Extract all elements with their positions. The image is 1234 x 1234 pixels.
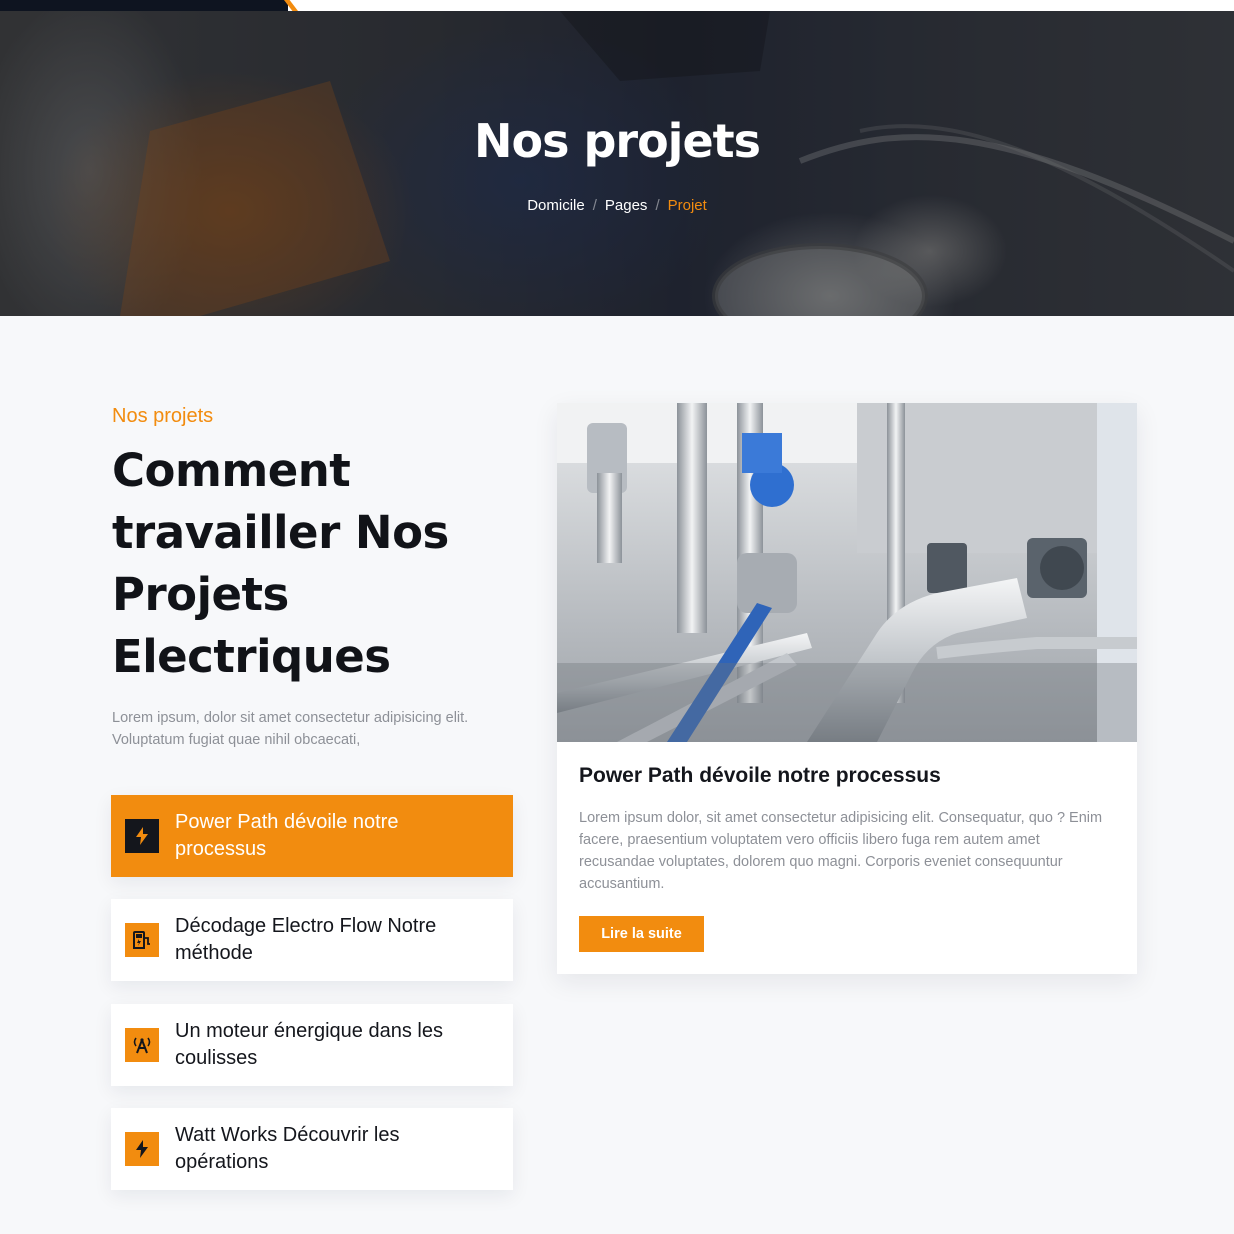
charging-station-icon <box>125 923 159 957</box>
page-title: Nos projets <box>473 114 761 168</box>
project-tab-label: Power Path dévoile notre processus <box>175 811 399 860</box>
antenna-signal-icon <box>125 1028 159 1062</box>
card-title: Power Path dévoile notre processus <box>579 764 941 787</box>
project-tab-electro-flow[interactable]: Décodage Electro Flow Notre méthode <box>111 899 513 981</box>
project-tab-moteur-energique[interactable]: Un moteur énergique dans les coulisses <box>111 1004 513 1086</box>
project-detail-card: Power Path dévoile notre processus Lorem… <box>557 403 1137 974</box>
project-tab-watt-works[interactable]: Watt Works Découvrir les opérations <box>111 1108 513 1190</box>
project-tab-power-path[interactable]: Power Path dévoile notre processus <box>111 795 513 877</box>
section-heading: Comment travailler Nos Projets Electriqu… <box>112 444 449 683</box>
industrial-piping-photo <box>557 403 1137 742</box>
project-tab-label: Décodage Electro Flow Notre méthode <box>175 915 437 964</box>
section-eyebrow: Nos projets <box>112 405 214 427</box>
lightning-icon <box>125 1132 159 1166</box>
project-tab-label: Un moteur énergique dans les coulisses <box>175 1020 443 1069</box>
breadcrumb-separator: / <box>592 197 597 214</box>
project-tab-label: Watt Works Découvrir les opérations <box>175 1124 400 1173</box>
breadcrumb-separator: / <box>655 197 660 214</box>
breadcrumb-home-link[interactable]: Domicile <box>527 197 585 214</box>
breadcrumb-pages-link[interactable]: Pages <box>605 197 648 214</box>
card-description: Lorem ipsum dolor, sit amet consectetur … <box>579 810 1103 892</box>
breadcrumb: Domicile / Pages / Projet <box>0 197 1234 214</box>
lightning-icon <box>125 819 159 853</box>
section-intro-text: Lorem ipsum, dolor sit amet consectetur … <box>112 710 469 748</box>
page-hero-banner: Nos projets Domicile / Pages / Projet <box>0 11 1234 316</box>
top-navbar-strip <box>0 0 1234 11</box>
top-navbar-dark-segment <box>0 0 288 11</box>
read-more-button[interactable]: Lire la suite <box>579 916 704 952</box>
breadcrumb-current: Projet <box>667 197 707 214</box>
